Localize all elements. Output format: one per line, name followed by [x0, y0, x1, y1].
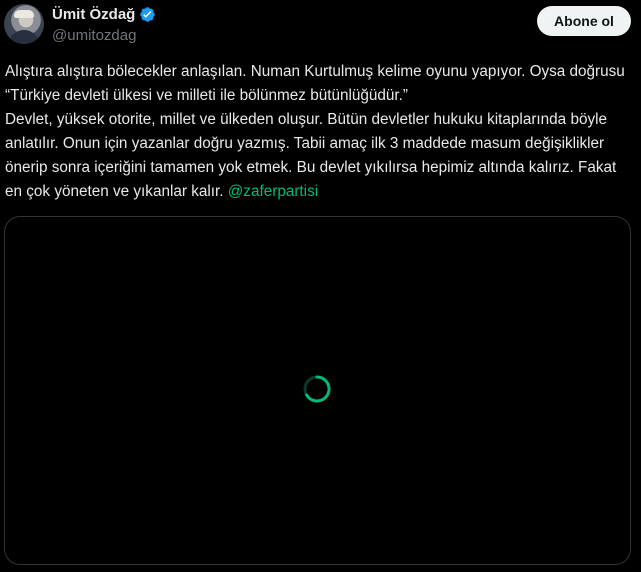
- tweet-paragraph-1: Alıştıra alıştıra bölecekler anlaşılan. …: [5, 63, 625, 104]
- user-handle[interactable]: @umitozdag: [52, 27, 136, 44]
- follow-button[interactable]: Abone ol: [537, 6, 631, 36]
- tweet-text: Alıştıra alıştıra bölecekler anlaşılan. …: [5, 60, 630, 204]
- loading-spinner-icon: [303, 375, 331, 403]
- avatar-hair: [14, 10, 34, 18]
- name-row: Ümit Özdağ: [52, 6, 156, 23]
- display-name[interactable]: Ümit Özdağ: [52, 6, 135, 23]
- verified-badge-icon: [139, 6, 156, 23]
- avatar-suit: [8, 30, 40, 44]
- tweet-header: Ümit Özdağ @umitozdag Abone ol: [0, 0, 641, 56]
- tweet-paragraph-2: Devlet, yüksek otorite, millet ve ülkede…: [5, 108, 630, 204]
- mention-link[interactable]: @zaferpartisi: [228, 183, 318, 200]
- avatar[interactable]: [4, 4, 44, 44]
